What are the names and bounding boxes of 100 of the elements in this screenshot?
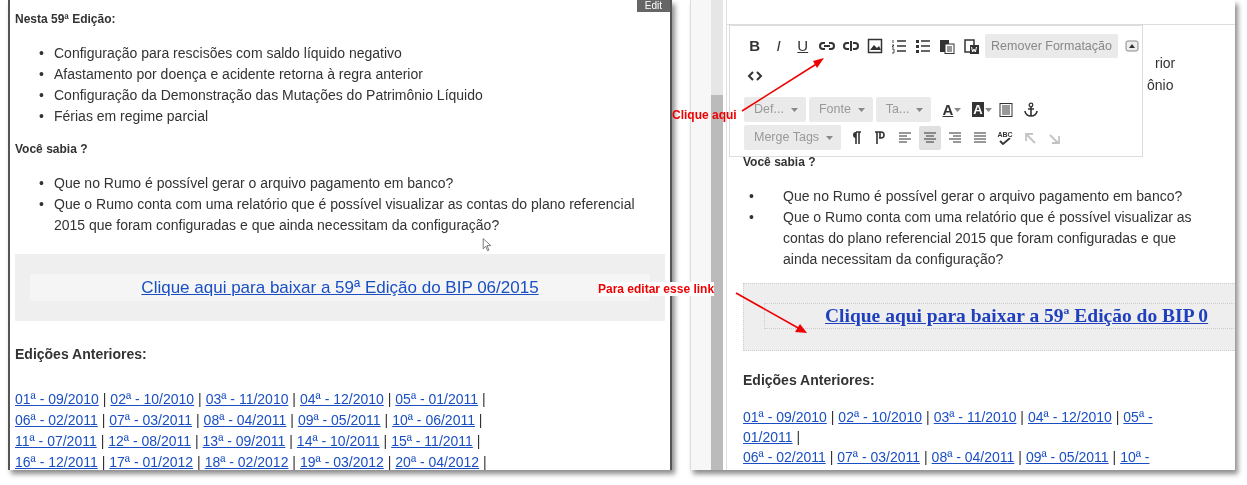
section-heading: Edições Anteriores: [743,371,876,389]
list-item: Que o Rumo conta com uma relatório que é possível visualizar as contas do plano referencial 2015 que foram configuradas e que ainda necessitam da configuração? [54,195,636,235]
link-separator: | [483,454,487,470]
justify-icon[interactable] [972,129,989,146]
text-fragment: rior [1155,54,1176,73]
bullet: • [749,208,755,227]
anchor-icon[interactable] [1022,101,1039,118]
text-block-icon[interactable] [997,101,1014,118]
link-separator: | [478,412,483,428]
edition-link[interactable]: 03ª - 11/2010 [933,409,1017,425]
edition-link[interactable]: 05ª - [1123,409,1153,425]
edition-link[interactable]: 12ª - 08/2011 [108,433,192,449]
list-item: Que no Rumo é possível gerar o arquivo pagamento em banco? [54,174,454,193]
bullet: • [39,174,45,193]
bullet-list-icon[interactable] [915,37,932,54]
edition-link[interactable]: 06ª - 02/2011 [743,449,826,465]
annotation-label: Para editar esse link [598,282,715,296]
list-item: Afastamento por doença e acidente retorna à regra anterior [54,65,423,84]
link-separator: | [1020,409,1024,425]
link-separator: | [476,433,481,449]
link-separator: | [289,433,293,449]
edition-link[interactable]: 19ª - 03/2012 [300,454,384,470]
link-separator: | [384,412,389,428]
link-separator: | [1115,409,1120,425]
edition-link[interactable]: 15ª - 11/2011 [391,433,473,449]
caret-icon [916,107,924,112]
edition-link[interactable]: 04ª - 12/2010 [300,391,384,407]
edition-link[interactable]: 10ª - 06/2011 [392,412,475,428]
edition-link[interactable]: 14ª - 10/2011 [296,433,380,449]
link-separator: | [923,449,928,465]
edition-link[interactable]: 10ª - [1120,449,1150,465]
link-separator: | [387,391,392,407]
caret-icon [857,107,865,112]
list-item: Que o Rumo conta com uma relatório que é possível visualizar as contas do plano referencial 2015 que foram configuradas e que ainda necessitam da configuração? [783,208,1193,269]
edition-link[interactable]: 04ª - 12/2010 [1028,409,1112,425]
bold-button[interactable]: B [744,37,766,54]
edition-link[interactable]: 09ª - 05/2011 [1025,449,1109,465]
edition-link[interactable]: 07ª - 03/2011 [837,449,921,465]
edition-link[interactable]: 16ª - 12/2011 [15,454,98,470]
edition-link[interactable]: 01ª - 09/2010 [15,391,99,407]
link-separator: | [101,412,106,428]
link-separator: | [796,429,801,445]
edition-link[interactable]: 02ª - 10/2010 [110,391,195,407]
numbered-list-icon[interactable] [891,37,908,54]
collapse-icon[interactable] [1123,37,1140,54]
edition-link[interactable]: 11ª - 07/2011 [15,433,97,449]
align-center-icon[interactable] [922,129,939,146]
link-separator: | [195,412,200,428]
caret-icon [790,107,798,112]
caret-icon [954,107,962,112]
link-separator: | [197,454,201,470]
edition-link[interactable]: 03ª - 11/2010 [205,391,289,407]
link-separator: | [926,409,930,425]
bullet: • [39,107,45,126]
link-separator: | [100,433,105,449]
section-heading: Você sabia ? [15,141,89,157]
bullet: • [39,65,45,84]
link-separator: | [829,449,834,465]
edition-link[interactable]: 08ª - 04/2011 [931,449,1015,465]
edition-link[interactable]: 01ª - 09/2010 [743,409,827,425]
edition-link[interactable]: 08ª - 04/2011 [203,412,287,428]
list-item: Configuração da Demonstração das Mutações do Patrimônio Líquido [54,86,483,105]
section-heading: Nesta 59ª Edição: [15,11,117,27]
edition-link[interactable]: 06ª - 02/2011 [15,412,98,428]
link-separator: | [194,433,199,449]
checkmark-icon [999,137,1012,145]
edition-link[interactable]: 17ª - 01/2012 [109,454,194,470]
download-link[interactable]: Clique aqui para baixar a 59ª Edição do BIP 06/2015 [141,276,539,299]
align-right-icon[interactable] [947,129,964,146]
paste-icon[interactable] [939,37,956,54]
edition-link[interactable]: 02ª - 10/2010 [838,409,923,425]
edition-link[interactable]: 18ª - 02/2012 [204,454,289,470]
link-separator: | [387,454,392,470]
edition-link[interactable]: 09ª - 05/2011 [297,412,381,428]
edition-link[interactable]: 13ª - 09/2011 [202,433,286,449]
link-separator: | [1112,449,1117,465]
italic-button[interactable]: I [768,37,790,54]
edit-tab[interactable]: Edit [636,0,670,12]
link-separator: | [1018,449,1022,465]
bullet: • [39,195,45,214]
edition-link[interactable]: 01/2011 [743,429,793,445]
mouse-pointer-icon [481,238,493,252]
link-separator: | [290,412,294,428]
caret-icon [826,135,834,140]
link-separator: | [292,391,296,407]
link-separator: | [102,391,107,407]
annotation-label: Clique aqui [672,108,737,122]
edition-link[interactable]: 07ª - 03/2011 [109,412,193,428]
image-icon[interactable] [867,37,884,54]
text-color-button[interactable]: A [942,101,962,118]
list-item: Férias em regime parcial [54,107,209,126]
edition-link[interactable]: 20ª - 04/2012 [395,454,480,470]
underline-button[interactable]: U [792,37,814,54]
paste-document-icon[interactable] [963,37,980,54]
link-separator: | [198,391,202,407]
edition-link[interactable]: 05ª - 01/2011 [395,391,479,407]
align-left-icon[interactable] [897,129,914,146]
link-separator: | [830,409,835,425]
list-item: Configuração para rescisões com saldo líquido negativo [54,44,402,63]
bullet: • [39,86,45,105]
